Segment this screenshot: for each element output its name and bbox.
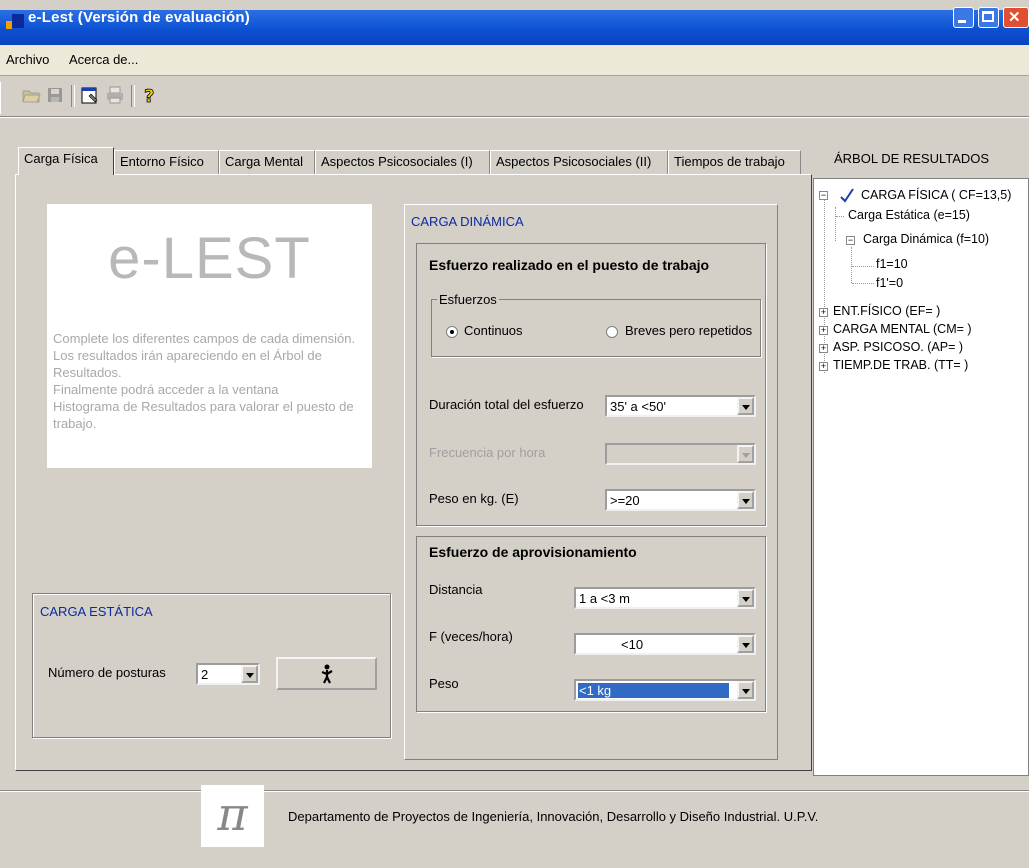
postures-value: 2: [201, 667, 209, 682]
footer-divider: [0, 790, 1029, 792]
expand-icon[interactable]: +: [819, 308, 828, 317]
chevron-down-icon[interactable]: [241, 665, 258, 683]
print-icon[interactable]: [105, 85, 125, 105]
static-load-title: CARGA ESTÁTICA: [40, 604, 153, 619]
weight-select[interactable]: >=20: [605, 489, 756, 511]
info-line: Los resultados irán apareciendo en el Ár…: [53, 348, 322, 363]
minimize-button[interactable]: [953, 7, 974, 28]
frequency-label: Frecuencia por hora: [429, 445, 546, 460]
save-icon[interactable]: [45, 85, 65, 105]
chevron-down-icon[interactable]: [737, 681, 754, 699]
peso-value: <1 kg: [578, 683, 729, 698]
menu-bar: [0, 45, 1029, 76]
tree-line: [836, 216, 844, 217]
tree-item-carga-estatica[interactable]: Carga Estática (e=15): [848, 208, 970, 222]
tree-item-carga-fisica[interactable]: CARGA FÍSICA ( CF=13,5): [861, 188, 1011, 202]
close-button[interactable]: [1003, 7, 1029, 28]
radio-continuous-label[interactable]: Continuos: [464, 323, 523, 338]
chevron-down-icon[interactable]: [737, 635, 754, 653]
menu-archivo[interactable]: Archivo: [6, 52, 49, 67]
f-select[interactable]: <10: [574, 633, 756, 655]
tab-entorno-fisico[interactable]: Entorno Físico: [114, 150, 219, 174]
tree-line: [835, 207, 836, 241]
chevron-down-icon: [737, 445, 754, 463]
tree-item-f1-prime[interactable]: f1'=0: [876, 276, 903, 290]
tab-carga-mental[interactable]: Carga Mental: [219, 150, 315, 174]
distance-value: 1 a <3 m: [579, 591, 630, 606]
toolbar-grip: [0, 82, 9, 114]
tab-carga-fisica[interactable]: Carga Física: [18, 147, 114, 175]
tab-aspectos-psicosociales-2[interactable]: Aspectos Psicosociales (II): [490, 150, 668, 174]
tree-item-tiempos[interactable]: TIEMP.DE TRAB. (TT= ): [833, 358, 968, 372]
expand-icon[interactable]: +: [819, 326, 828, 335]
toolbar-divider: [0, 116, 1029, 118]
effort-group: [416, 243, 766, 526]
frequency-select[interactable]: [605, 443, 756, 465]
duration-select[interactable]: 35' a <50': [605, 395, 756, 417]
maximize-button[interactable]: [978, 7, 999, 28]
window-title: e-Lest (Versión de evaluación): [28, 9, 250, 26]
info-line: Resultados.: [53, 365, 122, 380]
toolbar-separator: [71, 85, 75, 107]
help-icon[interactable]: ?: [140, 85, 160, 105]
info-line: trabajo.: [53, 416, 97, 431]
info-line: Complete los diferentes campos de cada d…: [53, 331, 356, 346]
tab-tiempos-de-trabajo[interactable]: Tiempos de trabajo: [668, 150, 801, 174]
tree-item-f1[interactable]: f1=10: [876, 257, 908, 271]
postures-select[interactable]: 2: [196, 663, 260, 685]
postures-button[interactable]: [276, 657, 377, 690]
f-label: F (veces/hora): [429, 629, 513, 644]
footer-text: Departamento de Proyectos de Ingeniería,…: [288, 809, 819, 824]
expand-icon[interactable]: +: [819, 344, 828, 353]
collapse-icon[interactable]: −: [846, 236, 855, 245]
radio-continuous[interactable]: [446, 326, 458, 338]
tab-aspectos-psicosociales-1[interactable]: Aspectos Psicosociales (I): [315, 150, 490, 174]
properties-icon[interactable]: [80, 85, 100, 105]
distance-label: Distancia: [429, 582, 483, 597]
open-folder-icon[interactable]: [21, 85, 41, 105]
tree-item-entorno-fisico[interactable]: ENT.FÍSICO (EF= ): [833, 304, 940, 318]
efforts-legend: Esfuerzos: [437, 292, 499, 307]
tree-line: [852, 266, 874, 267]
results-tree[interactable]: [813, 178, 1029, 776]
duration-value: 35' a <50': [610, 399, 666, 414]
results-tree-title: ÁRBOL DE RESULTADOS: [834, 151, 990, 166]
postures-label: Número de posturas: [48, 665, 166, 680]
check-icon: [840, 188, 854, 203]
tree-line: [852, 283, 874, 284]
f-value: <10: [621, 637, 644, 652]
radio-brief-label[interactable]: Breves pero repetidos: [625, 323, 752, 338]
weight-value: >=20: [610, 493, 640, 508]
peso-select[interactable]: <1 kg: [574, 679, 756, 701]
tree-item-carga-dinamica[interactable]: Carga Dinámica (f=10): [863, 232, 989, 246]
chevron-down-icon[interactable]: [737, 491, 754, 509]
info-text: Complete los diferentes campos de cada d…: [53, 330, 373, 432]
distance-select[interactable]: 1 a <3 m: [574, 587, 756, 609]
posture-figure-icon: [321, 664, 333, 684]
effort-heading: Esfuerzo realizado en el puesto de traba…: [429, 257, 710, 273]
peso-label: Peso: [429, 676, 459, 691]
chevron-down-icon[interactable]: [737, 589, 754, 607]
weight-label: Peso en kg. (E): [429, 491, 519, 506]
toolbar-separator: [131, 85, 135, 107]
collapse-icon[interactable]: −: [819, 191, 828, 200]
menu-acerca-de[interactable]: Acerca de...: [69, 52, 138, 67]
duration-label: Duración total del esfuerzo: [429, 397, 584, 412]
dynamic-load-title: CARGA DINÁMICA: [411, 214, 524, 229]
chevron-down-icon[interactable]: [737, 397, 754, 415]
upv-logo: π: [201, 785, 264, 847]
tree-line: [851, 247, 852, 283]
radio-brief-repeated[interactable]: [606, 326, 618, 338]
expand-icon[interactable]: +: [819, 362, 828, 371]
tree-item-psicosociales[interactable]: ASP. PSICOSO. (AP= ): [833, 340, 963, 354]
app-icon: [6, 14, 24, 29]
tree-item-carga-mental[interactable]: CARGA MENTAL (CM= ): [833, 322, 972, 336]
info-line: Finalmente podrá acceder a la ventana: [53, 382, 279, 397]
elest-logo: e-LEST: [108, 226, 311, 291]
supply-heading: Esfuerzo de aprovisionamiento: [429, 544, 637, 560]
info-line: Histograma de Resultados para valorar el…: [53, 399, 354, 414]
svg-text:?: ?: [144, 86, 154, 105]
